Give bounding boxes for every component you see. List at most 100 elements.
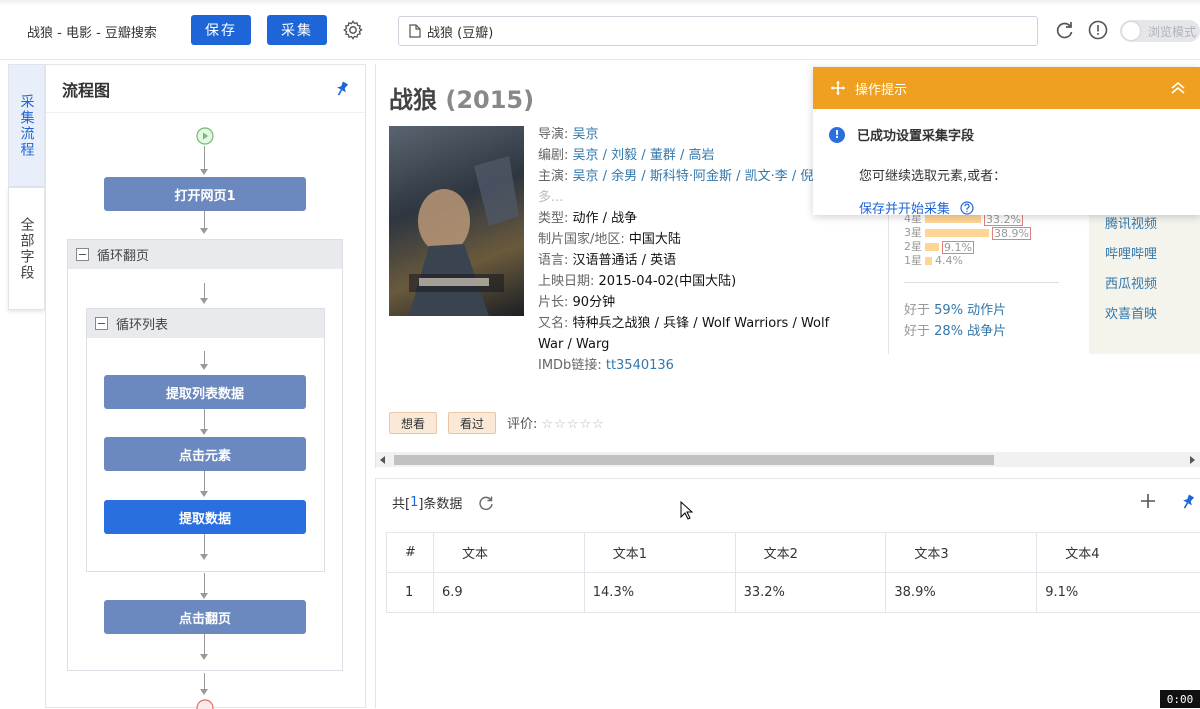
more-link[interactable]: 多... <box>538 187 858 208</box>
connector <box>204 471 205 491</box>
column-header[interactable]: 文本3 <box>886 533 1037 573</box>
collapse-up-icon[interactable] <box>1170 81 1186 95</box>
tip-action-row: 保存并开始采集 <box>859 198 1200 217</box>
runtime-value: 90分钟 <box>573 295 616 310</box>
loop-list-header[interactable]: − 循环列表 <box>87 309 324 338</box>
app-title: 战狼 - 电影 - 豆瓣搜索 <box>27 22 157 41</box>
scroll-right-icon[interactable] <box>1189 456 1195 464</box>
browse-mode-toggle[interactable]: 浏览模式 <box>1120 20 1200 42</box>
data-count: 共[1]条数据 <box>392 493 494 512</box>
cast-link[interactable]: 吴京 / 余男 / 斯科特·阿金斯 / 凯文·李 / 倪大 <box>573 169 827 184</box>
writers-link[interactable]: 吴京 / 刘毅 / 董群 / 高岩 <box>573 148 715 163</box>
want-button[interactable]: 想看 <box>389 412 437 434</box>
tip-body: ! 已成功设置采集字段 您可继续选取元素,或者： 保存并开始采集 <box>813 109 1200 217</box>
tip-header[interactable]: 操作提示 <box>813 67 1200 109</box>
browse-mode-label: 浏览模式 <box>1148 23 1196 40</box>
column-header[interactable]: 文本2 <box>735 533 886 573</box>
connector <box>204 283 205 299</box>
poster-art <box>389 126 524 316</box>
arrow <box>200 169 208 175</box>
count-suffix: ]条数据 <box>418 493 462 512</box>
horizontal-scrollbar[interactable] <box>376 452 1200 467</box>
tab-all-fields[interactable]: 全部字段 <box>8 187 45 310</box>
tip-hint: 您可继续选取元素,或者： <box>859 165 1200 184</box>
help-icon[interactable] <box>960 201 974 215</box>
table-cell: 14.3% <box>584 573 735 613</box>
seen-button[interactable]: 看过 <box>448 412 496 434</box>
add-field-icon[interactable] <box>1140 493 1156 509</box>
aka-value: 特种兵之战狼 / 兵锋 / Wolf Warriors / Wolf War /… <box>538 316 829 352</box>
arrow <box>200 689 208 695</box>
gear-icon[interactable] <box>342 19 364 41</box>
column-header[interactable]: 文本1 <box>584 533 735 573</box>
timer: 0:00 <box>1160 690 1200 708</box>
mouse-cursor-icon <box>680 501 694 521</box>
better-than-row: 好于 59% 动作片 <box>904 300 1006 321</box>
node-click-page[interactable]: 点击翻页 <box>104 600 306 634</box>
table-cell: 9.1% <box>1037 573 1200 613</box>
label: 又名: <box>538 316 568 331</box>
tab-collect-flow[interactable]: 采集流程 <box>8 64 45 187</box>
arrow <box>200 554 208 560</box>
divider <box>888 212 889 354</box>
save-and-start-link[interactable]: 保存并开始采集 <box>859 198 950 217</box>
rating-bar <box>925 243 939 251</box>
table-row[interactable]: 1 6.9 14.3% 33.2% 38.9% 9.1% <box>387 573 1200 613</box>
movie-poster[interactable] <box>389 126 524 316</box>
data-panel: 共[1]条数据 # 文本 文本1 文本2 文本3 文本4 1 6.9 14.3%… <box>375 478 1200 708</box>
scroll-left-icon[interactable] <box>380 456 386 464</box>
platform-link[interactable]: 哔哩哔哩 <box>1105 240 1200 270</box>
loop-list-label: 循环列表 <box>116 314 168 333</box>
info-icon[interactable] <box>1087 19 1109 41</box>
connector <box>204 146 205 170</box>
loop-page-header[interactable]: − 循环翻页 <box>68 240 342 269</box>
director-link[interactable]: 吴京 <box>573 127 599 142</box>
better-than-row: 好于 28% 战争片 <box>904 321 1006 342</box>
info-cast: 主演: 吴京 / 余男 / 斯科特·阿金斯 / 凯文·李 / 倪大 <box>538 166 858 187</box>
connector <box>204 634 205 654</box>
genre-value: 动作 / 战争 <box>573 211 638 226</box>
count-prefix: 共[ <box>392 493 410 512</box>
move-icon[interactable] <box>831 81 845 95</box>
label: 编剧: <box>538 148 568 163</box>
movie-name: 战狼 <box>389 86 437 114</box>
info-imdb: IMDb链接: tt3540136 <box>538 355 858 376</box>
rating-distribution: 4星33.2% 3星38.9% 2星9.1% 1星4.4% <box>904 212 1031 268</box>
movie-info: 导演: 吴京 编剧: 吴京 / 刘毅 / 董群 / 高岩 主演: 吴京 / 余男… <box>538 124 858 376</box>
tip-title: 操作提示 <box>855 79 907 98</box>
column-header[interactable]: 文本4 <box>1037 533 1200 573</box>
collapse-icon[interactable]: − <box>95 317 108 330</box>
imdb-link[interactable]: tt3540136 <box>606 358 674 373</box>
node-click-element[interactable]: 点击元素 <box>104 437 306 471</box>
connector <box>204 573 205 593</box>
node-open-page[interactable]: 打开网页1 <box>104 177 306 211</box>
collapse-icon[interactable]: − <box>76 248 89 261</box>
column-header[interactable]: 文本 <box>433 533 584 573</box>
label: 制片国家/地区: <box>538 232 625 247</box>
better-value-link[interactable]: 28% 战争片 <box>934 324 1006 339</box>
info-writers: 编剧: 吴京 / 刘毅 / 董群 / 高岩 <box>538 145 858 166</box>
platform-link[interactable]: 西瓜视频 <box>1105 270 1200 300</box>
scrollbar-thumb[interactable] <box>394 455 994 465</box>
column-header[interactable]: # <box>387 533 434 573</box>
node-extract-data[interactable]: 提取数据 <box>104 500 306 534</box>
collect-button[interactable]: 采集 <box>267 15 327 45</box>
toolbar: 战狼 - 电影 - 豆瓣搜索 保存 采集 战狼 (豆瓣) 浏览模式 <box>0 0 1200 60</box>
url-bar[interactable]: 战狼 (豆瓣) <box>398 16 1038 46</box>
flow-title: 流程图 <box>62 77 110 101</box>
arrow <box>200 491 208 497</box>
refresh-icon[interactable] <box>1053 19 1075 41</box>
operation-tip-panel: 操作提示 ! 已成功设置采集字段 您可继续选取元素,或者： 保存并开始采集 <box>813 67 1200 215</box>
better-value-link[interactable]: 59% 动作片 <box>934 303 1006 318</box>
save-button[interactable]: 保存 <box>191 15 251 45</box>
refresh-data-icon[interactable] <box>478 495 494 511</box>
pin-icon[interactable] <box>333 80 351 98</box>
label: 类型: <box>538 211 568 226</box>
arrow <box>200 429 208 435</box>
release-value: 2015-04-02(中国大陆) <box>599 274 737 289</box>
node-extract-list[interactable]: 提取列表数据 <box>104 375 306 409</box>
platform-link[interactable]: 欢喜首映 <box>1105 300 1200 330</box>
label: 语言: <box>538 253 568 268</box>
pin-data-icon[interactable] <box>1179 493 1197 511</box>
star-rating[interactable]: ☆☆☆☆☆ <box>542 417 605 432</box>
